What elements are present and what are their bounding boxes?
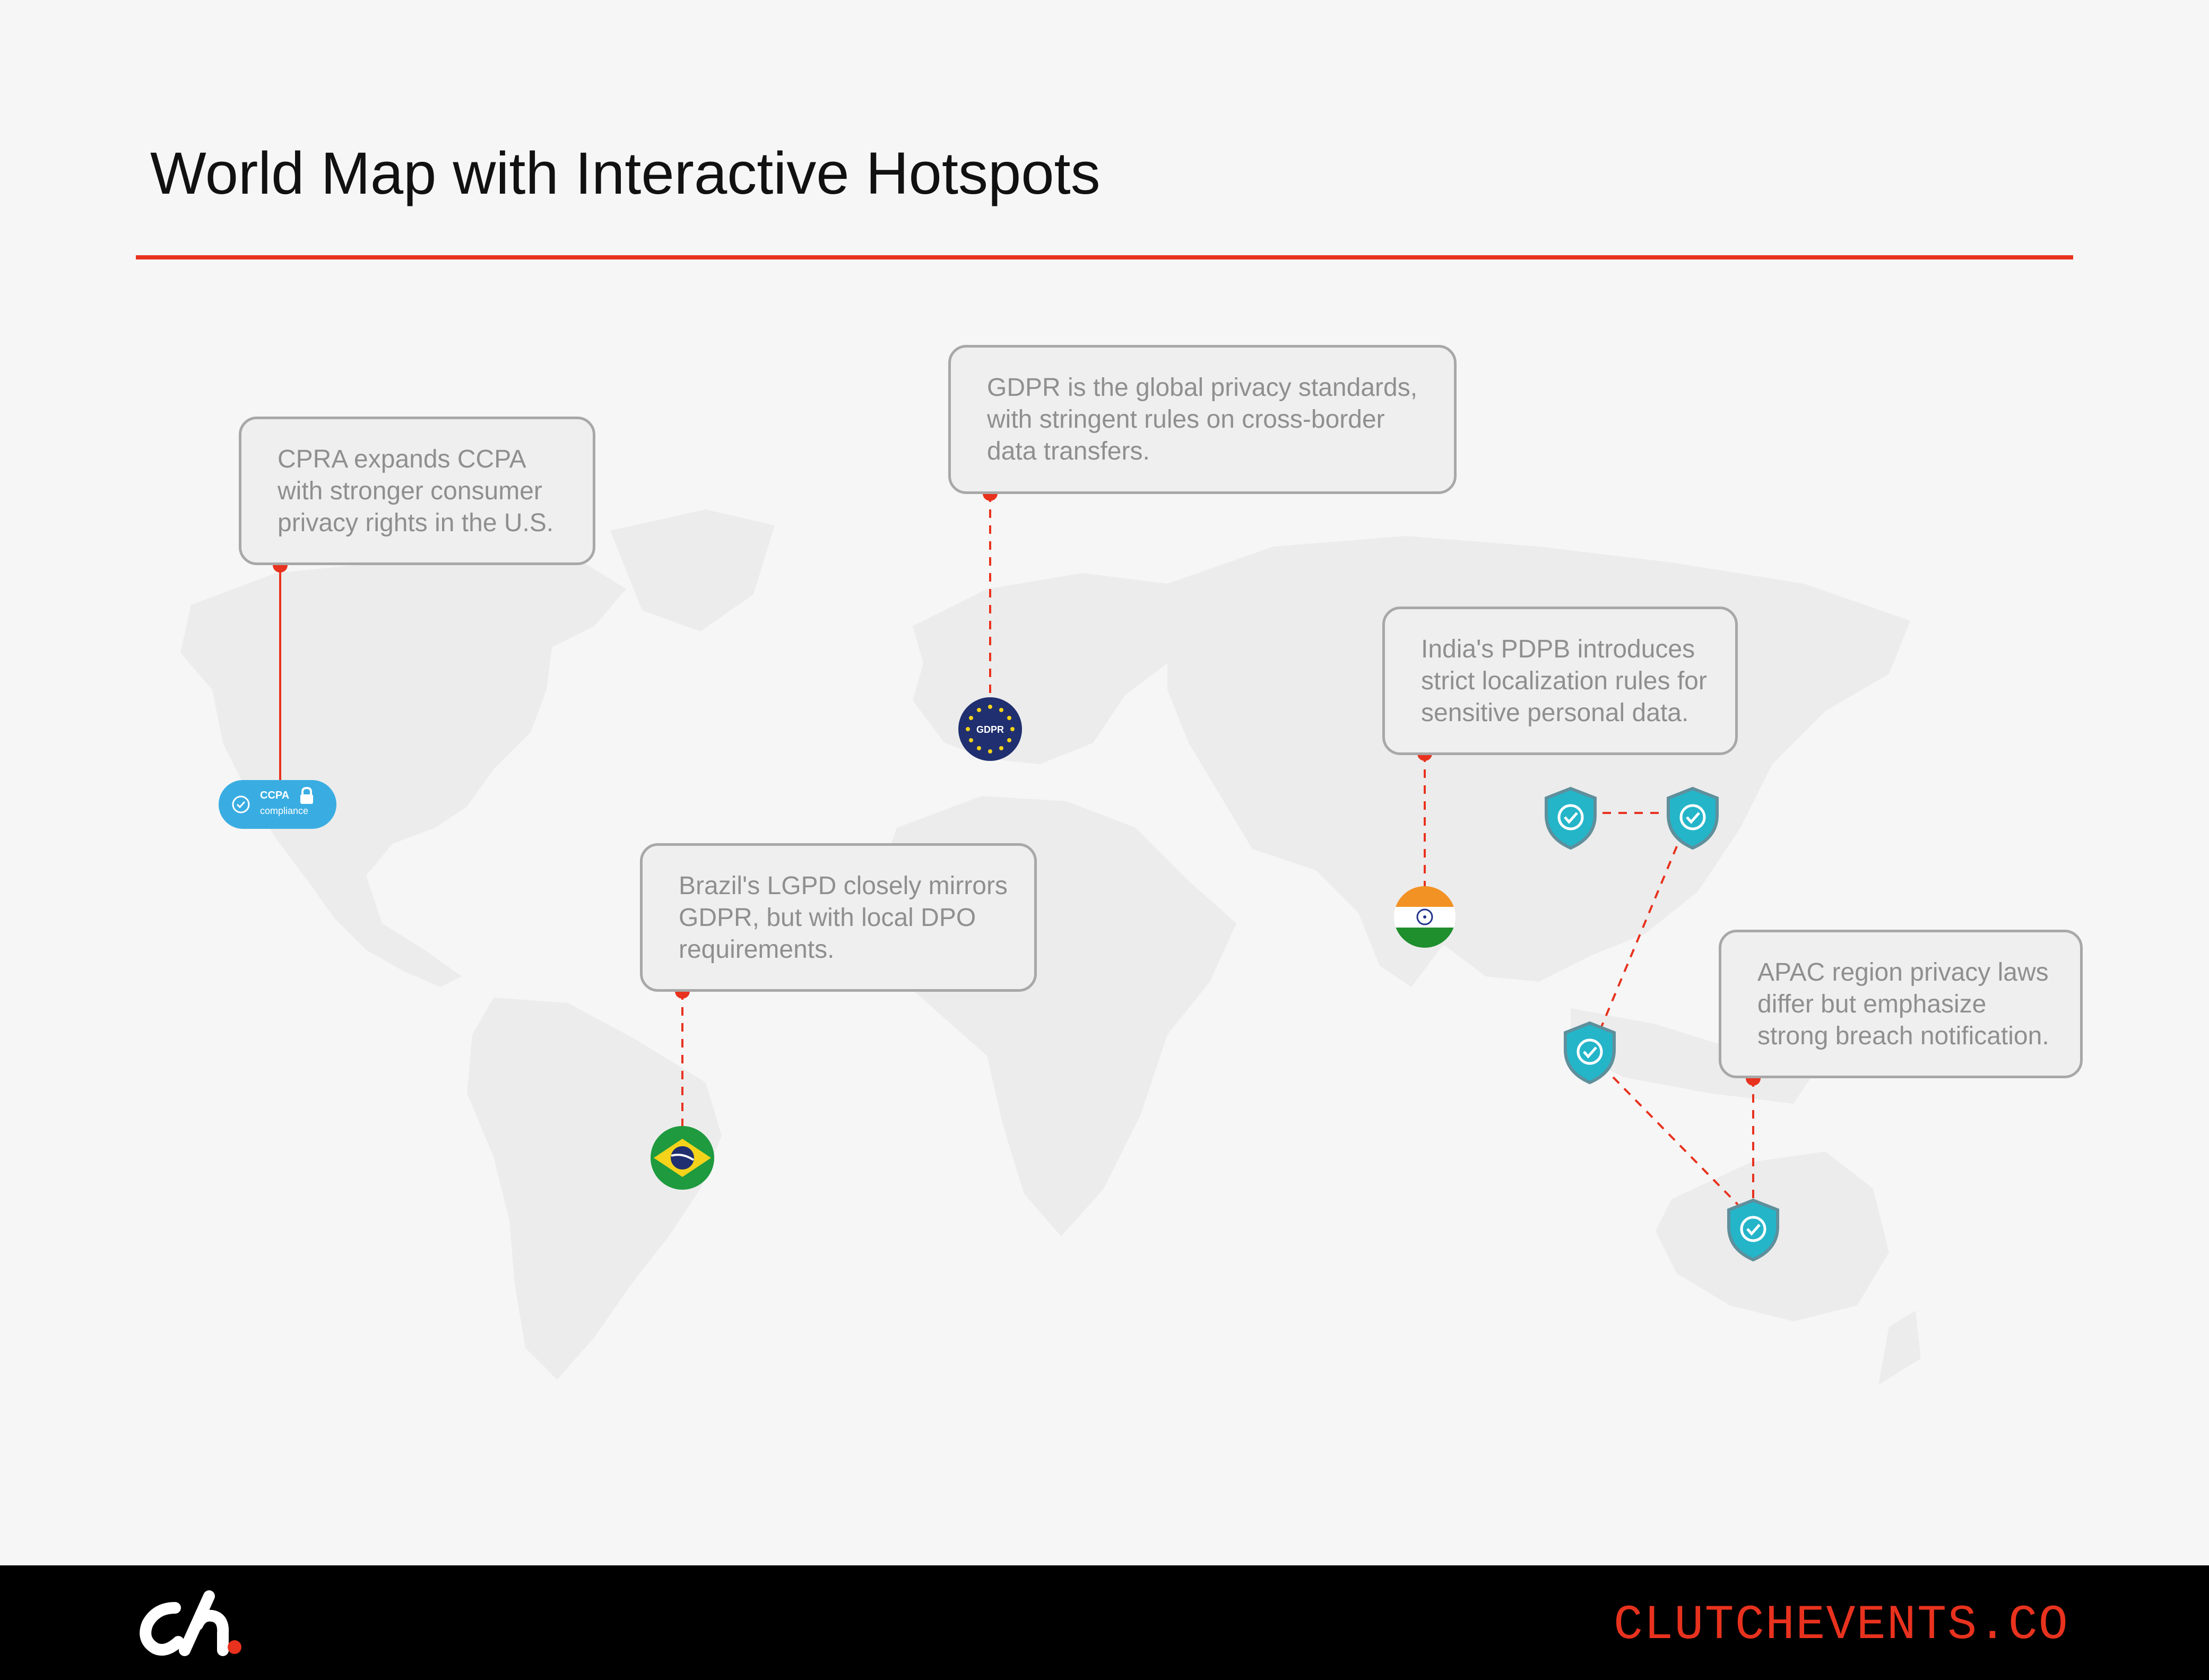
callout-text: APAC region privacy laws (1757, 958, 2049, 986)
connector-shield-3-4 (1612, 1076, 1739, 1206)
ccpa-compliance-badge[interactable]: CCPA compliance (219, 780, 336, 829)
callout-apac: APAC region privacy laws differ but emph… (1719, 930, 2083, 1078)
callout-text: privacy rights in the U.S. (278, 509, 554, 537)
continent-greenland (610, 509, 775, 631)
site-url[interactable]: CLUTCHEVENTS.CO (1614, 1597, 2069, 1653)
callout-text: CPRA expands CCPA (278, 445, 526, 473)
callout-text: Brazil's LGPD closely mirrors (679, 872, 1008, 900)
ccpa-sub-label: compliance (260, 806, 309, 816)
callout-cpra: CPRA expands CCPA with stronger consumer… (239, 417, 595, 565)
continent-new-zealand (1878, 1311, 1921, 1385)
callout-text: strict localization rules for (1421, 667, 1707, 695)
check-circle-icon (232, 795, 250, 813)
callout-text: data transfers. (987, 437, 1150, 465)
gdpr-flag-label: GDPR (976, 724, 1004, 735)
callout-text: GDPR, but with local DPO (679, 904, 976, 932)
continent-europe (913, 573, 1210, 764)
callout-text: strong breach notification. (1757, 1022, 2049, 1050)
callout-text: with stringent rules on cross-border (987, 405, 1385, 434)
callout-text: GDPR is the global privacy standards, (987, 374, 1418, 402)
clutch-events-logo[interactable] (136, 1587, 242, 1659)
continent-north-america (180, 552, 626, 987)
callout-text: requirements. (679, 936, 835, 964)
ccpa-label: CCPA (260, 790, 290, 801)
callout-gdpr: GDPR is the global privacy standards, wi… (948, 345, 1457, 494)
shield-icon (1564, 1021, 1616, 1085)
gdpr-hotspot[interactable]: GDPR (958, 697, 1022, 761)
world-map: GDPR (180, 486, 1921, 1385)
callout-text: India's PDPB introduces (1421, 635, 1695, 663)
callout-text: with stronger consumer (278, 477, 542, 505)
brazil-flag-icon[interactable] (651, 1126, 714, 1190)
callout-text: differ but emphasize (1757, 990, 1987, 1018)
callout-text: sensitive personal data. (1421, 699, 1689, 727)
callout-lgpd: Brazil's LGPD closely mirrors GDPR, but … (640, 843, 1037, 992)
callout-pdpb: India's PDPB introduces strict localizat… (1382, 607, 1738, 755)
continent-asia (1167, 536, 1910, 987)
lock-icon (300, 786, 313, 804)
